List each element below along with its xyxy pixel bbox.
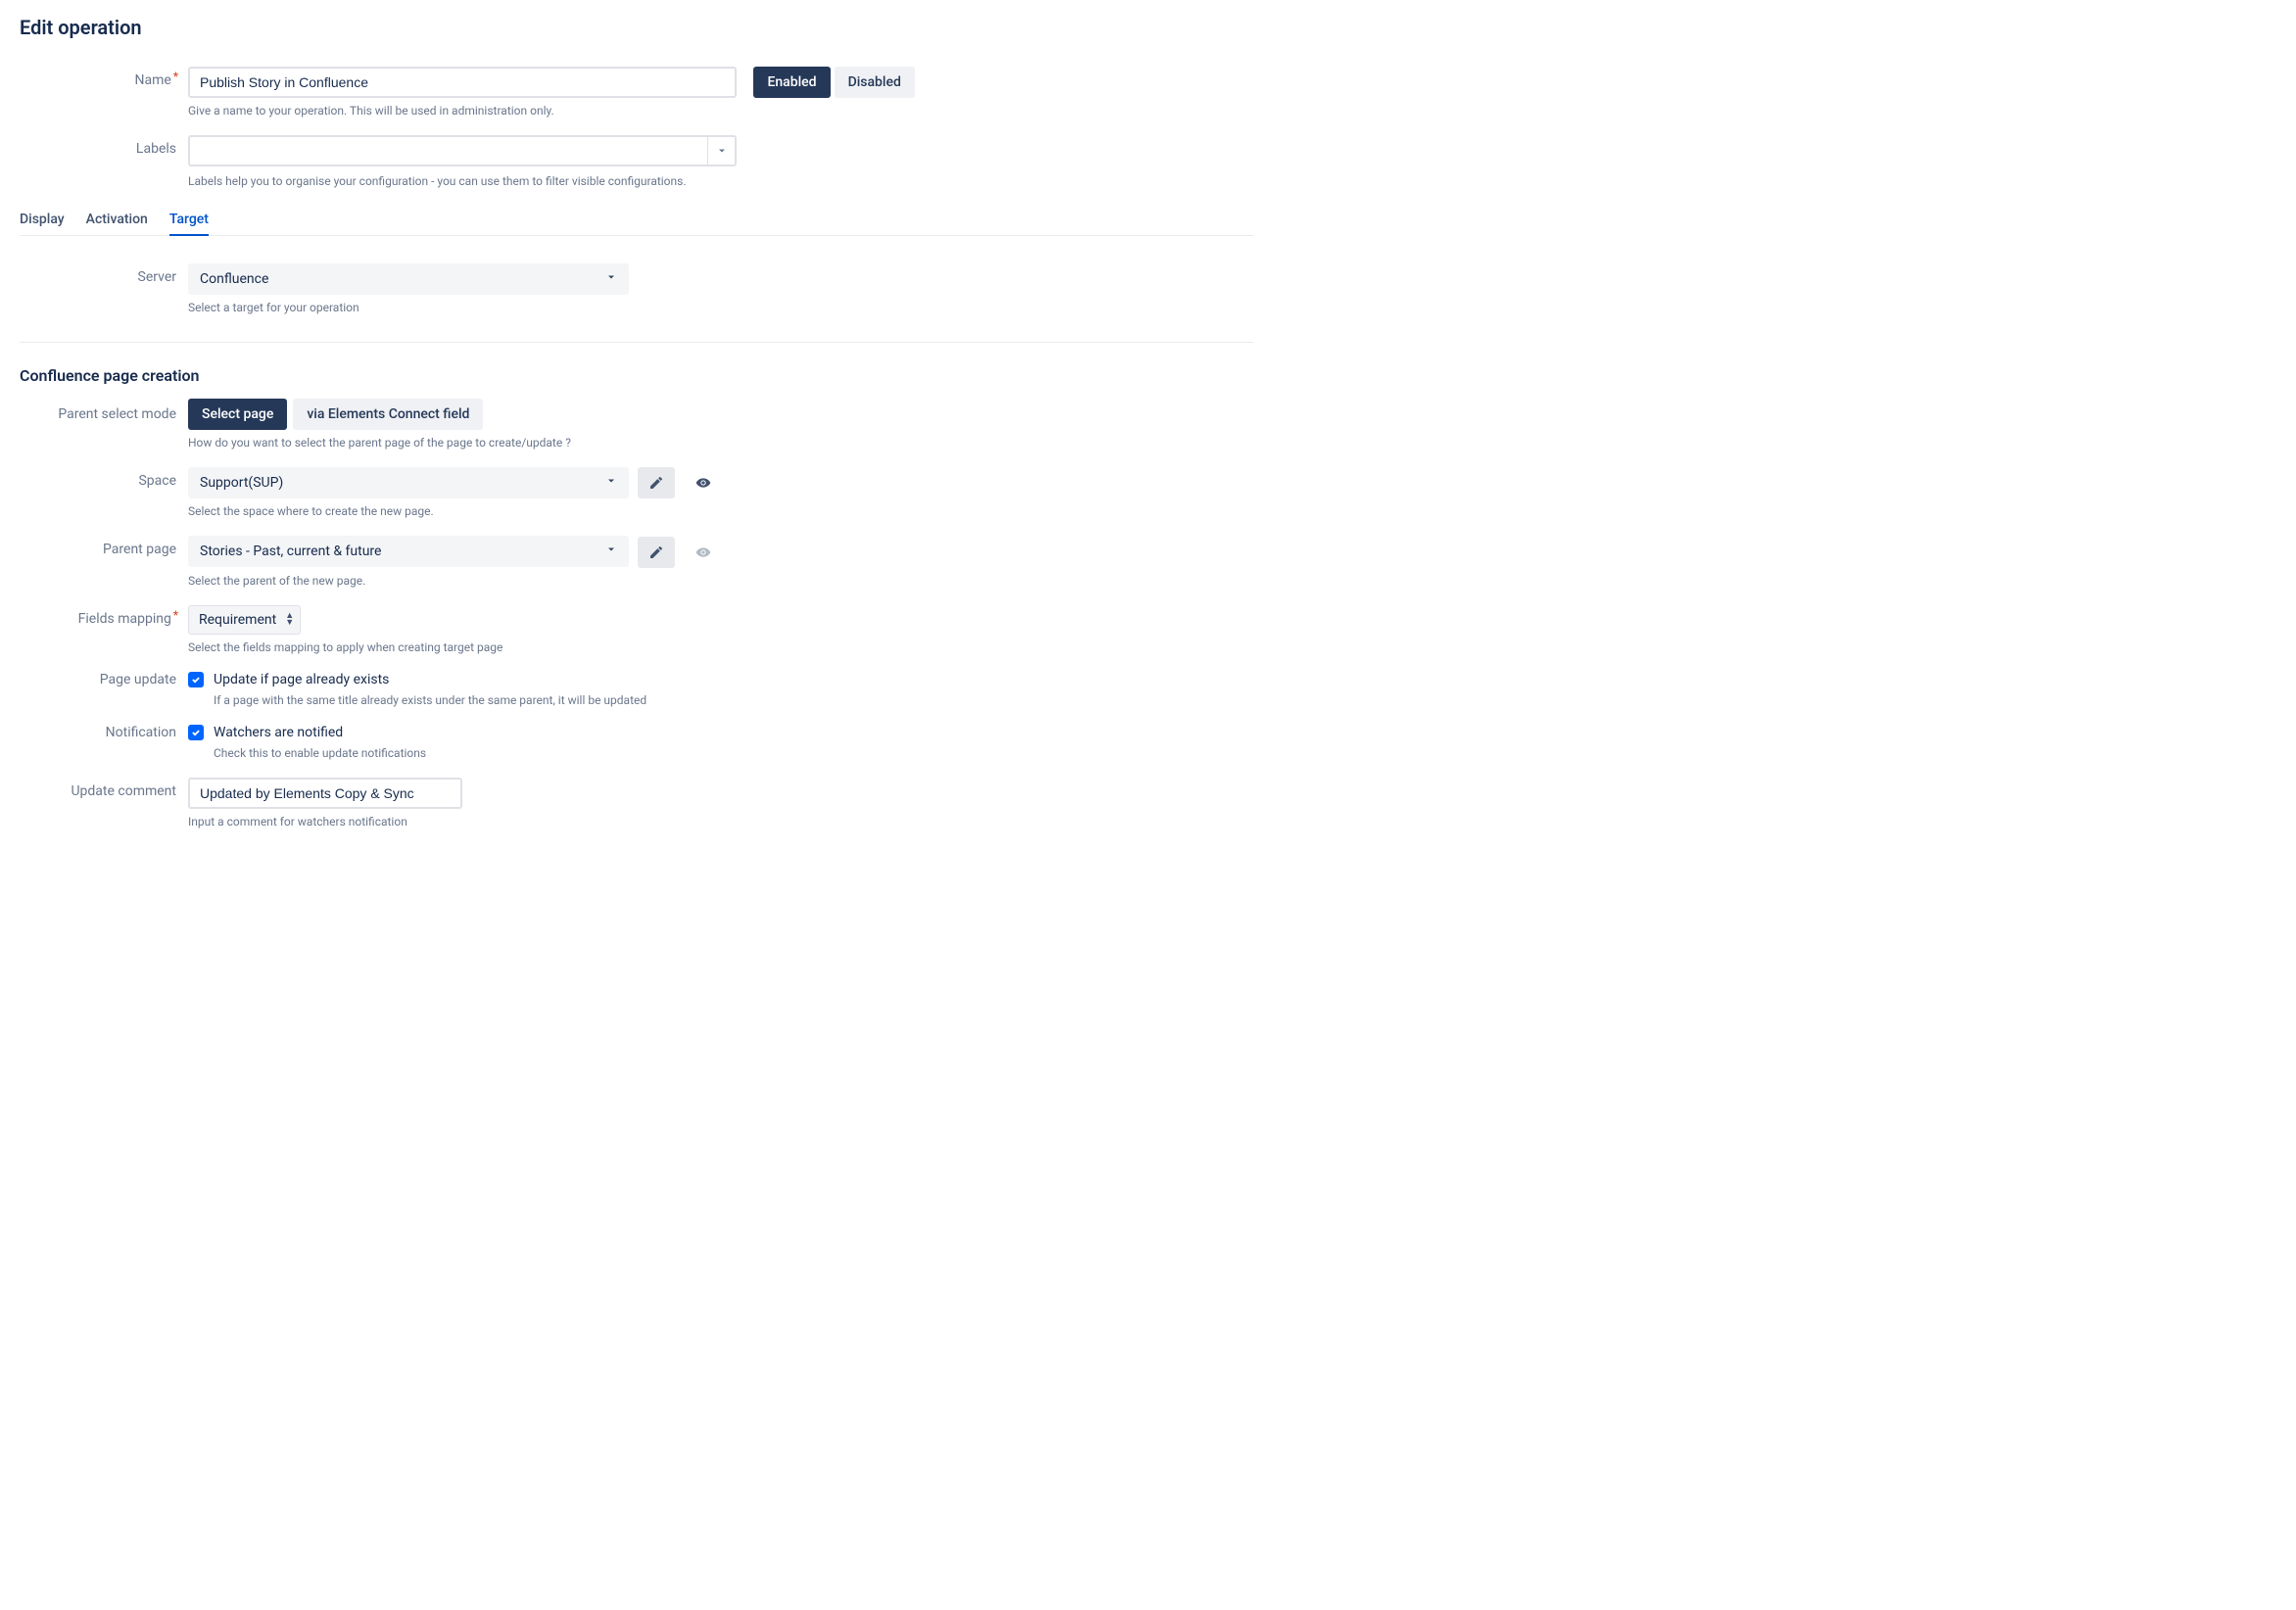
space-preview-button[interactable] <box>685 467 722 498</box>
labels-multiselect[interactable] <box>188 135 737 166</box>
parent-page-preview-button <box>685 537 722 568</box>
pencil-icon <box>648 475 664 491</box>
update-comment-input[interactable] <box>188 778 462 809</box>
server-helper: Select a target for your operation <box>188 301 1254 314</box>
tabs: Display Activation Target <box>20 206 1254 236</box>
notification-helper: Check this to enable update notification… <box>214 746 1254 760</box>
name-input[interactable] <box>188 67 737 98</box>
parent-page-helper: Select the parent of the new page. <box>188 574 1254 588</box>
name-row: Name Enabled Disabled Give a name to you… <box>20 67 1254 118</box>
parent-mode-label: Parent select mode <box>20 399 188 422</box>
name-helper: Give a name to your operation. This will… <box>188 104 1254 118</box>
parent-mode-helper: How do you want to select the parent pag… <box>188 436 1254 450</box>
labels-label: Labels <box>20 135 188 157</box>
chevron-down-icon <box>601 475 621 491</box>
sort-icon: ▲▼ <box>285 613 294 627</box>
space-helper: Select the space where to create the new… <box>188 504 1254 518</box>
server-select[interactable]: Confluence <box>188 263 629 295</box>
check-icon <box>191 728 201 737</box>
eye-icon <box>695 475 711 491</box>
space-row: Space Support(SUP) Select the space wher… <box>20 467 1254 518</box>
space-edit-button[interactable] <box>638 467 675 498</box>
page-update-label: Page update <box>20 672 188 687</box>
notification-label: Notification <box>20 725 188 740</box>
parent-page-select-value: Stories - Past, current & future <box>200 544 381 559</box>
pencil-icon <box>648 545 664 560</box>
tab-activation[interactable]: Activation <box>86 206 148 235</box>
parent-page-label: Parent page <box>20 536 188 557</box>
enabled-button[interactable]: Enabled <box>753 67 830 98</box>
notification-row: Notification Watchers are notified Check… <box>20 725 1254 760</box>
name-label: Name <box>20 67 188 88</box>
eye-icon <box>695 545 711 560</box>
page-update-checkbox[interactable] <box>188 672 204 687</box>
chevron-down-icon <box>601 544 621 559</box>
page-update-checkbox-label: Update if page already exists <box>214 672 389 687</box>
fields-mapping-row: Fields mapping Requirement ▲▼ Select the… <box>20 605 1254 654</box>
space-select[interactable]: Support(SUP) <box>188 467 629 498</box>
server-label: Server <box>20 263 188 285</box>
section-title: Confluence page creation <box>20 366 1254 385</box>
parent-page-edit-button[interactable] <box>638 537 675 568</box>
labels-row: Labels Labels help you to organise your … <box>20 135 1254 188</box>
select-page-button[interactable]: Select page <box>188 399 287 430</box>
page-update-row: Page update Update if page already exist… <box>20 672 1254 707</box>
server-row: Server Confluence Select a target for yo… <box>20 263 1254 314</box>
chevron-down-icon[interactable] <box>707 137 735 165</box>
fields-mapping-value: Requirement <box>199 612 276 628</box>
space-select-value: Support(SUP) <box>200 475 283 491</box>
fields-mapping-helper: Select the fields mapping to apply when … <box>188 640 1254 654</box>
parent-page-select[interactable]: Stories - Past, current & future <box>188 536 629 567</box>
parent-mode-row: Parent select mode Select page via Eleme… <box>20 399 1254 450</box>
fields-mapping-select[interactable]: Requirement ▲▼ <box>188 605 301 635</box>
update-comment-row: Update comment Input a comment for watch… <box>20 778 1254 829</box>
update-comment-label: Update comment <box>20 778 188 799</box>
parent-mode-toggle: Select page via Elements Connect field <box>188 399 483 430</box>
chevron-down-icon <box>601 271 621 287</box>
status-toggle: Enabled Disabled <box>753 67 914 98</box>
tab-target[interactable]: Target <box>169 206 209 235</box>
notification-checkbox[interactable] <box>188 725 204 740</box>
parent-page-row: Parent page Stories - Past, current & fu… <box>20 536 1254 587</box>
server-select-value: Confluence <box>200 271 268 287</box>
update-comment-helper: Input a comment for watchers notificatio… <box>188 815 1254 829</box>
page-update-helper: If a page with the same title already ex… <box>214 693 1254 707</box>
tab-display[interactable]: Display <box>20 206 65 235</box>
via-elements-connect-button[interactable]: via Elements Connect field <box>293 399 483 430</box>
space-label: Space <box>20 467 188 489</box>
disabled-button[interactable]: Disabled <box>835 67 915 98</box>
labels-helper: Labels help you to organise your configu… <box>188 174 1254 188</box>
fields-mapping-label: Fields mapping <box>20 605 188 627</box>
divider <box>20 342 1254 343</box>
notification-checkbox-label: Watchers are notified <box>214 725 343 740</box>
check-icon <box>191 675 201 685</box>
page-title: Edit operation <box>20 16 1254 39</box>
